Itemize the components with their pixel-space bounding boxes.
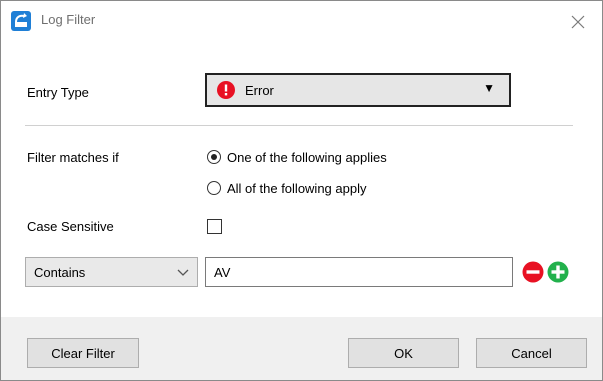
radio-one-applies[interactable] xyxy=(207,150,221,164)
separator xyxy=(25,125,573,126)
remove-condition-button[interactable] xyxy=(522,261,544,283)
condition-operator-select[interactable]: Contains xyxy=(25,257,198,287)
radio-one-applies-label[interactable]: One of the following applies xyxy=(227,150,387,165)
close-button[interactable] xyxy=(564,7,592,35)
entry-type-value: Error xyxy=(245,83,274,98)
radio-all-apply-label[interactable]: All of the following apply xyxy=(227,181,366,196)
filter-matches-label: Filter matches if xyxy=(27,150,119,165)
log-filter-dialog: Log Filter Entry Type Error ▼ Filter mat… xyxy=(0,0,603,381)
dropdown-arrow-icon: ▼ xyxy=(483,81,495,95)
minus-circle-icon xyxy=(522,261,544,283)
dialog-footer: Clear Filter OK Cancel xyxy=(1,317,602,380)
ok-button[interactable]: OK xyxy=(348,338,459,368)
condition-value-input[interactable] xyxy=(205,257,513,287)
case-sensitive-checkbox[interactable] xyxy=(207,219,222,234)
error-icon xyxy=(217,81,235,99)
condition-operator-value: Contains xyxy=(34,265,86,280)
close-icon xyxy=(571,15,585,29)
log-filter-app-icon xyxy=(11,11,31,31)
entry-type-select[interactable]: Error ▼ xyxy=(205,73,511,107)
title-bar: Log Filter xyxy=(1,1,602,41)
radio-all-apply[interactable] xyxy=(207,181,221,195)
window-title: Log Filter xyxy=(41,12,96,27)
clear-filter-button[interactable]: Clear Filter xyxy=(27,338,139,368)
case-sensitive-label: Case Sensitive xyxy=(27,219,114,234)
plus-circle-icon xyxy=(547,261,569,283)
cancel-button[interactable]: Cancel xyxy=(476,338,587,368)
add-condition-button[interactable] xyxy=(547,261,569,283)
chevron-down-icon xyxy=(177,266,189,278)
entry-type-label: Entry Type xyxy=(27,85,89,100)
